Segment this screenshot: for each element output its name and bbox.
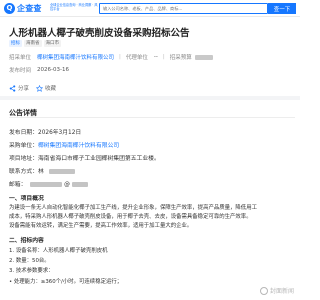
search-button-label: 查一下 <box>273 6 291 13</box>
detail-buyer-link[interactable]: 椰树集团海南椰汁饮料有限公司 <box>38 143 119 149</box>
detail-address: 项目地址：海南省海口市椰子工业园椰树集团第五工业楼。 <box>9 153 160 162</box>
overview-line: 设备需能有效运转，满足生产需要，提高工作效率，适用于加工量大的企业。 <box>9 223 193 229</box>
site-logo[interactable]: Q 企查查 <box>4 3 42 14</box>
agency-label: 代理单位 <box>125 55 148 61</box>
search-button[interactable]: 查一下 <box>268 3 296 14</box>
detail-contact-value: 林 <box>38 169 44 175</box>
detail-contact: 联系方式：林 <box>9 166 75 175</box>
content-item: 2. 数量：50台。 <box>9 258 50 264</box>
top-bar: Q 企查查 全球企业信息查询 · 商业洞察 · 风控平台 查一下 <box>0 0 300 17</box>
tag-list: 招标 海南省 海口市 <box>9 40 61 47</box>
favorite-button[interactable]: 收藏 <box>36 84 56 92</box>
tag-type[interactable]: 招标 <box>9 40 22 47</box>
watermark-text: 封面新闻 <box>269 288 294 295</box>
meta-separator: | <box>119 54 121 60</box>
detail-email-at: @ <box>64 182 70 188</box>
logo-mark-icon: Q <box>4 3 15 14</box>
detail-publish-date: 发布日期：2026年3月12日 <box>9 127 81 136</box>
detail-address-value: 海南省海口市椰子工业园椰树集团第五工业楼。 <box>38 156 160 162</box>
section-divider <box>0 96 300 100</box>
tag-city[interactable]: 海口市 <box>43 40 61 47</box>
content-item: • 处理能力：≥360个/小时。可连续稳定运行； <box>9 279 123 285</box>
detail-contact-label: 联系方式： <box>9 169 38 175</box>
share-icon <box>9 84 16 92</box>
bidder-label: 招采单位 <box>9 55 32 61</box>
section-underline <box>9 117 295 118</box>
favorite-label: 收藏 <box>45 86 57 92</box>
detail-publish-value: 2026年3月12日 <box>38 130 82 136</box>
email-user-blurred <box>30 182 63 187</box>
action-bar: 分享 收藏 <box>9 84 56 92</box>
meta-separator: | <box>162 54 165 60</box>
search-input[interactable] <box>103 4 263 13</box>
page-title: 人形机器人椰子破壳削皮设备采购招标公告 <box>9 28 190 39</box>
watermark: 封面新闻 <box>259 286 294 295</box>
search-box <box>99 3 268 14</box>
content-item: 3. 技术参数要求： <box>9 268 54 274</box>
overview-line: 成本，特采购人形机器人椰子破壳削皮设备，用于椰子去壳、去皮，设备需具备稳定可靠的… <box>9 214 252 220</box>
star-icon <box>36 84 44 92</box>
detail-email-label: 邮箱： <box>9 182 27 188</box>
meta-row-publish: 发布时间 2026-03-16 <box>9 66 69 74</box>
detail-publish-label: 发布日期： <box>9 130 38 136</box>
overview-line: 为建设一条无人自动化智能化椰子加工生产线，提升企业形象，保障生产效率，提高产品质… <box>9 205 257 211</box>
content-item: 1. 设备名称：人形机器人椰子破壳削皮机 <box>9 248 108 254</box>
detail-email: 邮箱： @ <box>9 179 88 188</box>
detail-buyer: 采购单位：椰树集团海南椰汁饮料有限公司 <box>9 140 119 149</box>
publish-time-value: 2026-03-16 <box>37 67 69 73</box>
watermark-logo-icon <box>259 286 268 295</box>
logo-name: 企查查 <box>17 4 42 13</box>
tag-province[interactable]: 海南省 <box>24 40 42 47</box>
agency-value: -- <box>153 54 158 60</box>
overview-heading: 一、项目概况 <box>9 196 44 202</box>
share-button[interactable]: 分享 <box>9 84 29 92</box>
email-domain-blurred <box>71 182 88 187</box>
content-heading: 二、招标内容 <box>9 238 44 244</box>
share-label: 分享 <box>18 86 30 92</box>
detail-buyer-label: 采购单位： <box>9 143 38 149</box>
meta-row-bidder: 招采单位 椰树集团海南椰汁饮料有限公司 | 代理单位 -- | 招采预算 <box>9 53 213 61</box>
site-slogan: 全球企业信息查询 · 商业洞察 · 风控平台 <box>50 3 98 11</box>
budget-label: 招采预算 <box>169 55 192 61</box>
contact-blurred <box>48 169 75 174</box>
bidder-link[interactable]: 椰树集团海南椰汁饮料有限公司 <box>37 53 114 61</box>
publish-time-label: 发布时间 <box>9 68 32 74</box>
budget-value-blurred <box>194 54 213 60</box>
detail-address-label: 项目地址： <box>9 156 38 162</box>
